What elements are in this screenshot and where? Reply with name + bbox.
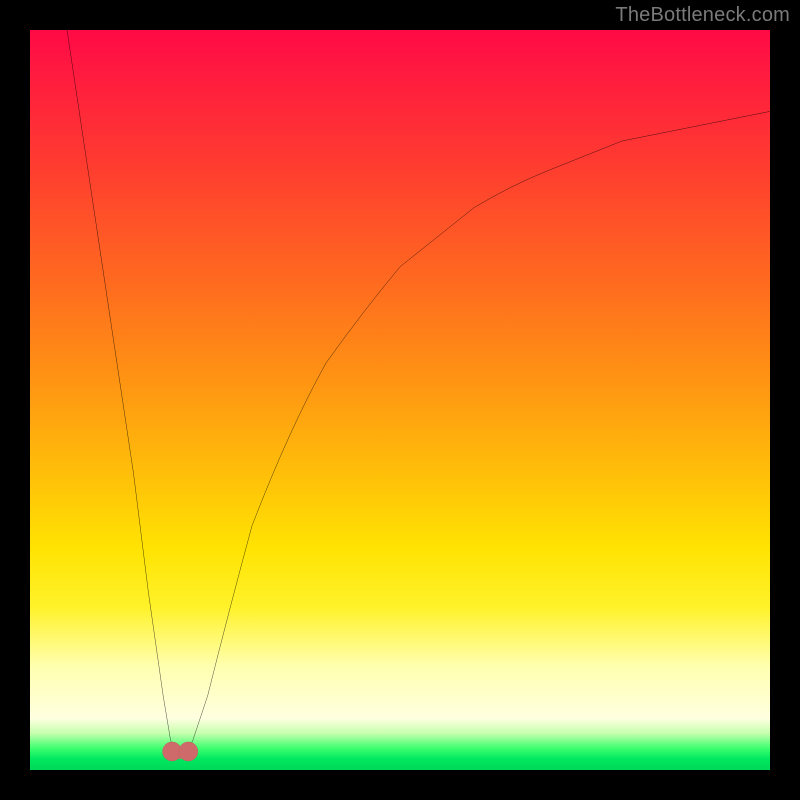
- chart-frame: TheBottleneck.com: [0, 0, 800, 800]
- watermark-text: TheBottleneck.com: [615, 4, 790, 27]
- min-markers: [162, 742, 198, 761]
- plot-area: [30, 30, 770, 770]
- curve-layer: [30, 30, 770, 770]
- bottleneck-curve: [67, 30, 770, 755]
